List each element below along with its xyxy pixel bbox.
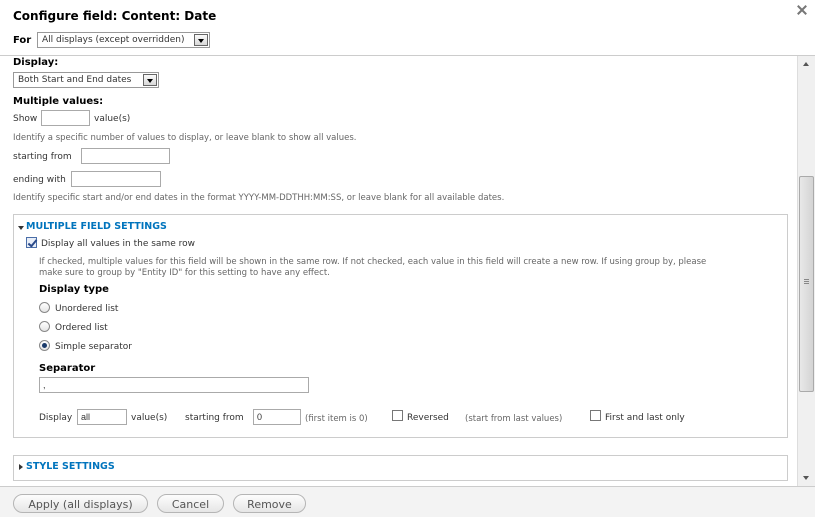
first-last-only-checkbox[interactable] xyxy=(590,410,601,421)
reversed-label: Reversed xyxy=(407,413,449,423)
radio-unordered-list-label: Unordered list xyxy=(55,304,119,314)
for-display-select[interactable]: All displays (except overridden) xyxy=(37,32,210,48)
radio-simple-separator-label: Simple separator xyxy=(55,342,132,352)
delta-display-label: Display xyxy=(39,413,73,423)
scrollbar-thumb[interactable] xyxy=(799,176,814,392)
show-values-input[interactable] xyxy=(41,110,90,126)
radio-unordered-list[interactable] xyxy=(39,302,50,313)
multiple-values-label: Multiple values: xyxy=(13,96,104,107)
dates-description: Identify specific start and/or end dates… xyxy=(13,193,505,203)
first-item-note: (first item is 0) xyxy=(305,414,368,424)
radio-simple-separator[interactable] xyxy=(39,340,50,351)
collapse-triangle-icon xyxy=(18,226,24,230)
display-select-value: Both Start and End dates xyxy=(18,75,132,85)
ending-with-input[interactable] xyxy=(71,171,161,187)
same-row-description-line2: make sure to group by "Entity ID" for th… xyxy=(39,268,330,278)
starting-from-input[interactable] xyxy=(81,148,170,164)
for-display-select-value: All displays (except overridden) xyxy=(42,35,185,45)
dialog-scroll-area: Display: Both Start and End dates Multip… xyxy=(0,56,815,486)
separator-input[interactable] xyxy=(39,377,309,393)
remove-button[interactable]: Remove xyxy=(233,494,306,513)
style-settings-legend[interactable]: STYLE SETTINGS xyxy=(26,461,115,472)
delta-values-suffix: value(s) xyxy=(131,413,168,423)
delta-limit-input[interactable] xyxy=(77,409,127,425)
for-label: For xyxy=(13,35,32,46)
style-settings-fieldset: STYLE SETTINGS xyxy=(13,455,788,481)
ending-with-label: ending with xyxy=(13,175,66,185)
dialog-title: Configure field: Content: Date xyxy=(13,9,217,23)
first-last-only-label: First and last only xyxy=(605,413,685,423)
close-dialog-icon[interactable] xyxy=(797,5,807,15)
show-values-suffix: value(s) xyxy=(94,114,131,124)
chevron-down-icon xyxy=(194,34,208,46)
vertical-scrollbar[interactable] xyxy=(797,56,815,486)
chevron-down-icon xyxy=(143,74,157,86)
radio-ordered-list[interactable] xyxy=(39,321,50,332)
display-select[interactable]: Both Start and End dates xyxy=(13,72,159,88)
radio-ordered-list-label: Ordered list xyxy=(55,323,108,333)
cancel-button[interactable]: Cancel xyxy=(157,494,224,513)
display-type-label: Display type xyxy=(39,284,109,295)
display-label: Display: xyxy=(13,57,59,68)
scroll-down-arrow-icon[interactable] xyxy=(803,476,809,480)
separator-label: Separator xyxy=(39,363,96,374)
multiple-field-settings-legend[interactable]: MULTIPLE FIELD SETTINGS xyxy=(26,221,167,232)
multiple-field-settings-fieldset: MULTIPLE FIELD SETTINGS Display all valu… xyxy=(13,214,788,438)
delta-starting-label: starting from xyxy=(185,413,244,423)
show-label: Show xyxy=(13,114,38,124)
delta-offset-input[interactable] xyxy=(253,409,301,425)
reversed-note: (start from last values) xyxy=(465,414,563,424)
same-row-checkbox[interactable] xyxy=(26,237,37,248)
scroll-up-arrow-icon[interactable] xyxy=(803,62,809,66)
show-values-description: Identify a specific number of values to … xyxy=(13,133,357,143)
dialog-footer: Apply (all displays) Cancel Remove xyxy=(0,486,815,517)
apply-button[interactable]: Apply (all displays) xyxy=(13,494,148,513)
starting-from-label: starting from xyxy=(13,152,72,162)
expand-triangle-icon xyxy=(19,464,23,470)
grip-icon xyxy=(804,279,809,280)
same-row-description-line1: If checked, multiple values for this fie… xyxy=(39,257,707,267)
reversed-checkbox[interactable] xyxy=(392,410,403,421)
same-row-label: Display all values in the same row xyxy=(41,239,195,249)
